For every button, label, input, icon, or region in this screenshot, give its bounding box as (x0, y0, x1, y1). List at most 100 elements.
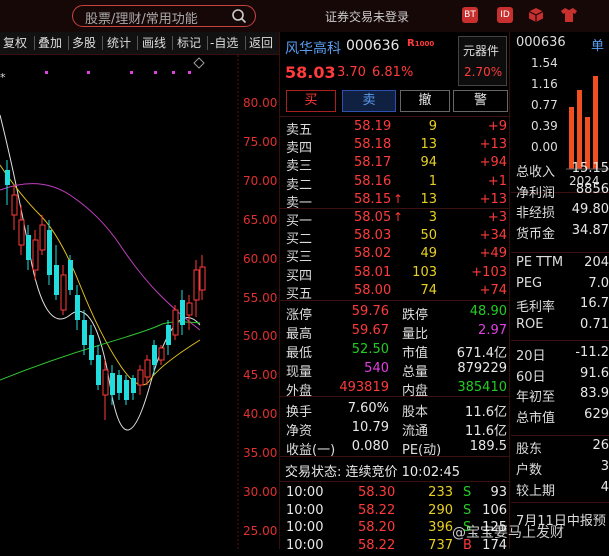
right-tag[interactable]: 单 (591, 35, 604, 54)
tab-mark[interactable]: 标记 (177, 34, 201, 51)
shirt-icon[interactable] (560, 7, 578, 23)
tick-count: 106 (482, 502, 507, 518)
fund-label: 总市值 (516, 410, 556, 426)
tick-price: 58.30 (358, 485, 396, 500)
bt-icon[interactable]: BT (462, 7, 478, 23)
tick-price: 58.22 (358, 537, 396, 553)
asks-label: 卖五 (286, 123, 313, 138)
candle (5, 170, 10, 185)
candle (32, 239, 39, 271)
fund-label: PEG (516, 275, 543, 291)
bids-row[interactable]: 买三 58.02 49 +49 (280, 246, 509, 266)
tab-back[interactable]: 返回 (249, 34, 273, 51)
candle (186, 302, 193, 316)
up-arrow-icon: ↑ (393, 210, 404, 224)
stock-badge: R1000 (407, 38, 435, 49)
asks-change: +1 (487, 173, 507, 189)
asks-price: 58.19 (354, 119, 392, 134)
fund-value: 49.80 (571, 202, 609, 217)
search-input[interactable]: 股票/理财/常用功能 (72, 5, 256, 27)
up-arrow-icon: ↑ (393, 191, 404, 206)
price-axis-label: 30.00 (243, 485, 278, 499)
tab-overlay[interactable]: 叠加 (38, 34, 62, 51)
stat-value: 879229 (457, 361, 507, 376)
candle (102, 369, 109, 396)
asks-row[interactable]: 卖二 58.16 1 +1 (280, 173, 509, 193)
tick-time: 10:00 (286, 537, 324, 553)
bids-row[interactable]: 买五 58.00 74 +74 (280, 282, 509, 302)
tick-time: 10:00 (286, 485, 324, 500)
asks-label: 卖四 (286, 141, 313, 157)
cancel-button[interactable]: 撤 (400, 90, 450, 112)
fund-value: 3 (600, 459, 609, 474)
tab-multi-stock[interactable]: 多股 (72, 34, 96, 51)
top-bar: 股票/理财/常用功能 证券交易未登录 BT ID (0, 0, 609, 32)
fund-value: 8856 (575, 181, 609, 197)
asks-change: +13 (479, 137, 507, 153)
candle (47, 230, 52, 275)
bids-change: +3 (487, 210, 507, 225)
bids-volume: 50 (420, 228, 437, 244)
search-icon[interactable] (231, 8, 247, 24)
asks-volume: 9 (428, 119, 437, 134)
id-icon[interactable]: ID (497, 7, 513, 23)
stat-value: 59.67 (351, 323, 389, 338)
stat-value: 11.6亿 (465, 405, 507, 420)
stat-value: 385410 (457, 380, 507, 395)
bids-row[interactable]: 买四 58.01 103 +103 (280, 264, 509, 284)
cursor-mark: * (0, 71, 6, 84)
asks-price: 58.15 (354, 191, 392, 207)
bids-row[interactable]: 买二 58.03 50 +34 (280, 228, 509, 247)
asks-row[interactable]: 卖五 58.19 9 +9 (280, 119, 509, 138)
asks-price: 58.17 (354, 155, 392, 171)
fund-label: 年初至 (516, 390, 556, 405)
fund-label: PE TTM (516, 255, 564, 270)
stat-value: 48.90 (469, 304, 507, 319)
fund-value: 4 (600, 480, 609, 495)
fund-label: 股东 (516, 442, 543, 457)
bar-axis-label: 1.54 (531, 56, 558, 70)
sector-pct: 2.70% (464, 65, 503, 79)
candle (193, 269, 200, 301)
bids-change: +74 (479, 282, 507, 298)
right-code: 000636 (516, 35, 566, 50)
stat-value: 10.79 (351, 420, 389, 435)
sector-box[interactable]: 元器件 2.70% (458, 36, 507, 86)
bids-label: 买三 (286, 250, 313, 266)
sell-button[interactable]: 卖 (342, 90, 396, 112)
candle (26, 235, 31, 260)
tab-remove-watchlist[interactable]: -自选 (210, 34, 238, 51)
tick-count: 93 (490, 485, 507, 500)
cube-icon[interactable] (528, 7, 544, 23)
login-status[interactable]: 证券交易未登录 (325, 8, 409, 25)
fund-label: 户数 (516, 463, 543, 478)
tab-fuquan[interactable]: 复权 (3, 34, 27, 51)
price-axis-label: 35.00 (243, 446, 278, 461)
asks-row[interactable]: 卖四 58.18 13 +13 (280, 137, 509, 157)
tab-stats[interactable]: 统计 (107, 34, 131, 51)
fund-value: -11.2 (575, 345, 609, 360)
bids-row[interactable]: 买一 58.05 ↑ 3 +3 (280, 210, 509, 229)
fund-label: 总收入 (516, 165, 556, 180)
revenue-bar-chart (566, 76, 609, 170)
stat-label: 市值 (402, 346, 429, 361)
bids-change: +103 (471, 264, 507, 280)
candle (158, 347, 165, 361)
tab-draw-line[interactable]: 画线 (142, 34, 166, 51)
fund-value: 629 (584, 406, 609, 422)
alert-button[interactable]: 警 (453, 90, 508, 112)
kline-chart[interactable]: * 80.00 75.00 70.00 65.00 60.00 55.00 50.00 45.… (0, 55, 279, 549)
stat-label: 最低 (286, 346, 313, 361)
price-change: 3.70 (337, 65, 366, 80)
fund-value: 7.0 (588, 275, 609, 291)
asks-row[interactable]: 卖三 58.17 94 +94 (280, 155, 509, 174)
fund-value: 15.15 (571, 161, 609, 176)
buy-button[interactable]: 买 (286, 90, 336, 112)
stat-value: 7.60% (347, 401, 389, 416)
price-axis-label: 80.00 (243, 96, 278, 110)
sector-name: 元器件 (463, 44, 500, 58)
marker-dots (45, 71, 191, 74)
fund-value: 0.71 (580, 316, 609, 332)
tick-row: 10:00 58.30 233 S 93 (280, 485, 509, 503)
tick-price: 58.22 (358, 502, 396, 518)
